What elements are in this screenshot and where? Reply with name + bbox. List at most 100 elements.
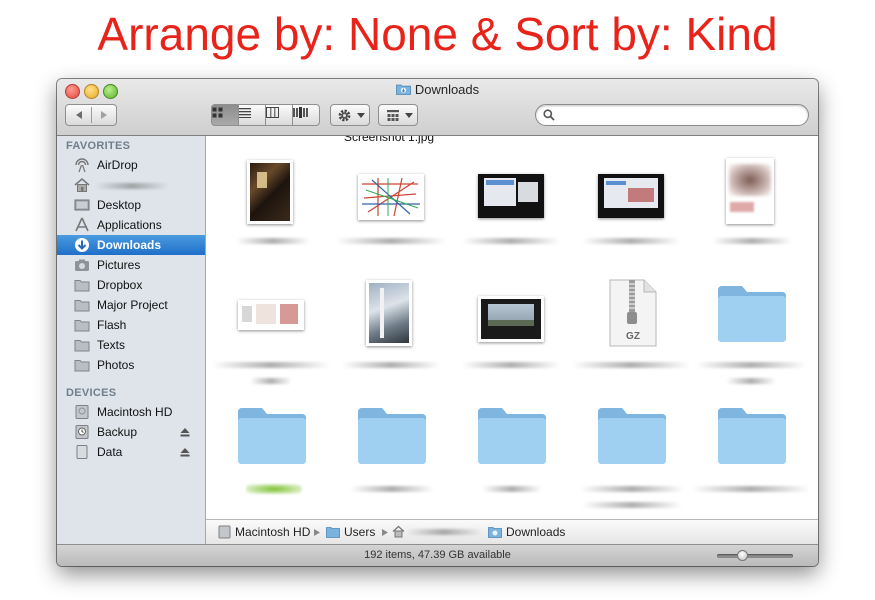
home-icon xyxy=(392,525,405,538)
column-view-button[interactable] xyxy=(265,104,293,126)
search-input[interactable] xyxy=(558,107,802,125)
sidebar-item-applications[interactable]: Applications xyxy=(57,215,205,235)
folder-item[interactable] xyxy=(692,276,812,386)
folder-icon xyxy=(74,300,90,312)
sidebar-item-label: Major Project xyxy=(97,298,168,312)
gz-label: GZ xyxy=(626,331,640,342)
path-segment-users[interactable]: Users xyxy=(344,525,375,539)
sidebar-item-dropbox[interactable]: Dropbox xyxy=(57,275,205,295)
eject-icon[interactable] xyxy=(180,427,190,437)
arrange-menu-button[interactable] xyxy=(378,104,418,126)
sidebar-item-major-project[interactable]: Major Project xyxy=(57,295,205,315)
path-segment-downloads[interactable]: Downloads xyxy=(506,525,565,539)
folder-item[interactable] xyxy=(452,398,572,508)
redacted-file-name xyxy=(342,362,440,368)
folder-icon xyxy=(74,340,90,352)
window-title-text: Downloads xyxy=(414,82,480,97)
photo-thumbnail xyxy=(478,296,544,342)
tube-map-image xyxy=(362,177,420,217)
window-title: Downloads xyxy=(57,82,818,97)
sidebar-item-data[interactable]: Data xyxy=(57,442,205,462)
external-drive-icon xyxy=(76,445,88,459)
list-view-button[interactable] xyxy=(238,104,266,126)
downloads-folder-icon xyxy=(395,84,411,95)
time-machine-drive-icon xyxy=(75,425,89,439)
file-icon-grid: Screenshot 1.jpg GZ xyxy=(206,136,818,519)
back-arrow-icon[interactable] xyxy=(74,110,84,120)
sidebar-item-label: Applications xyxy=(97,218,162,232)
applications-icon xyxy=(75,217,89,232)
sidebar-item-texts[interactable]: Texts xyxy=(57,335,205,355)
folder-icon xyxy=(718,408,786,464)
search-field[interactable] xyxy=(535,104,809,126)
sidebar-item-backup[interactable]: Backup xyxy=(57,422,205,442)
sidebar-item-desktop[interactable]: Desktop xyxy=(57,195,205,215)
icon-size-slider[interactable] xyxy=(717,550,793,561)
file-item-tube-map[interactable] xyxy=(332,156,452,266)
sidebar-item-home[interactable] xyxy=(57,175,205,195)
folder-icon xyxy=(74,280,90,292)
file-item-web-screenshot[interactable] xyxy=(212,276,332,386)
icon-view-button[interactable] xyxy=(211,104,239,126)
redacted-file-name xyxy=(336,238,446,244)
back-forward-control xyxy=(65,104,117,126)
folder-item[interactable] xyxy=(572,398,692,508)
action-menu-button[interactable] xyxy=(330,104,370,126)
folder-item[interactable] xyxy=(212,398,332,508)
icon-size-slider-knob[interactable] xyxy=(736,550,748,561)
redacted-file-name xyxy=(350,486,434,492)
desktop-icon xyxy=(74,199,90,211)
sidebar-item-flash[interactable]: Flash xyxy=(57,315,205,335)
finder-window: Downloads FAVORITES AirDrop Desktop Appl… xyxy=(57,79,818,566)
redacted-file-name xyxy=(582,238,680,244)
sidebar-item-photos[interactable]: Photos xyxy=(57,355,205,375)
webpage-thumbnail xyxy=(238,300,304,330)
redacted-file-name xyxy=(696,362,806,368)
sidebar-item-label: Pictures xyxy=(97,258,141,272)
sidebar-item-pictures[interactable]: Pictures xyxy=(57,255,205,275)
folder-icon xyxy=(74,360,90,372)
file-item-window-photo[interactable] xyxy=(332,276,452,386)
file-item-photo-dark-room[interactable] xyxy=(212,156,332,266)
file-item-blurred-photo[interactable] xyxy=(692,156,812,266)
forward-arrow-icon[interactable] xyxy=(99,110,109,120)
redacted-file-name xyxy=(250,378,292,384)
photo-thumbnail xyxy=(247,160,293,224)
path-separator-icon xyxy=(314,529,320,536)
sidebar-item-label: Desktop xyxy=(97,198,142,212)
redacted-file-name xyxy=(580,486,684,492)
file-item-train-window-photo[interactable] xyxy=(452,276,572,386)
hard-drive-icon xyxy=(75,405,89,419)
folder-item[interactable] xyxy=(332,398,452,508)
column-view-icon xyxy=(266,107,279,118)
cover-flow-view-button[interactable] xyxy=(292,104,320,126)
folder-icon xyxy=(478,408,546,464)
downloads-folder-icon xyxy=(488,527,502,538)
path-segment-macintosh-hd[interactable]: Macintosh HD xyxy=(235,525,310,539)
pictures-icon xyxy=(75,259,89,271)
redacted-file-name xyxy=(236,238,310,244)
sidebar-item-macintosh-hd[interactable]: Macintosh HD xyxy=(57,402,205,422)
folder-icon xyxy=(238,408,306,464)
sidebar-item-airdrop[interactable]: AirDrop xyxy=(57,155,205,175)
sidebar-item-label: AirDrop xyxy=(97,158,138,172)
devices-header: DEVICES xyxy=(66,387,117,399)
downloads-icon xyxy=(75,238,89,252)
redacted-file-name xyxy=(482,486,542,492)
path-separator-icon xyxy=(382,529,388,536)
chevron-down-icon xyxy=(405,113,413,118)
redacted-file-name xyxy=(692,486,810,492)
folder-icon xyxy=(358,408,426,464)
photo-thumbnail xyxy=(726,158,774,224)
sidebar: FAVORITES AirDrop Desktop Applications D… xyxy=(57,136,206,544)
folder-item[interactable] xyxy=(692,398,812,508)
airdrop-icon xyxy=(75,158,89,173)
file-item-gz-archive[interactable]: GZ xyxy=(572,276,692,386)
redacted-file-name xyxy=(572,362,690,368)
sidebar-item-downloads[interactable]: Downloads xyxy=(57,235,205,255)
title-bar: Downloads xyxy=(57,79,818,136)
eject-icon[interactable] xyxy=(180,447,190,457)
file-item-screenshot-2[interactable] xyxy=(572,156,692,266)
sidebar-item-label: Data xyxy=(97,445,123,459)
file-item-screenshot[interactable] xyxy=(452,156,572,266)
